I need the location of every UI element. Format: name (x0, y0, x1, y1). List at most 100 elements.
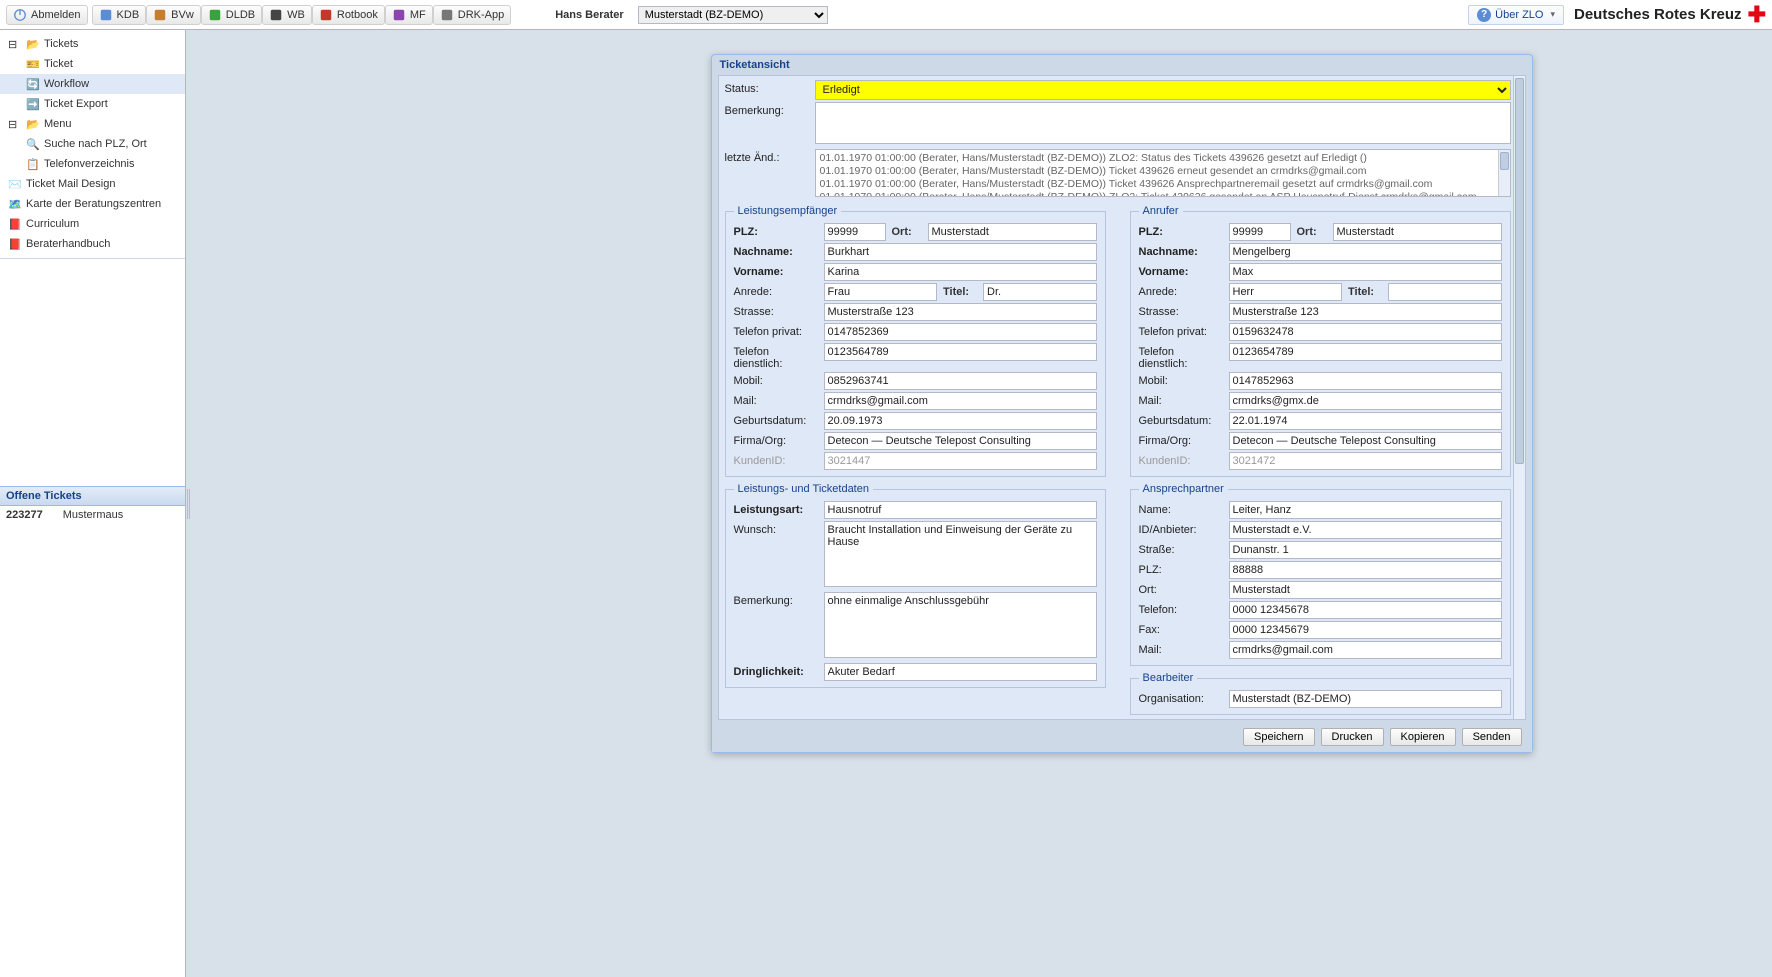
ltd-bemerkung-textarea[interactable]: ohne einmalige Anschlussgebühr (824, 592, 1097, 658)
le-ort-input[interactable] (928, 223, 1097, 241)
anrufer-group: Anrufer PLZ:Ort:Nachname:Vorname:Anrede:… (1130, 205, 1511, 477)
tree-curriculum[interactable]: 📕Curriculum (0, 214, 185, 234)
kopieren-button[interactable]: Kopieren (1390, 728, 1456, 746)
an-nachname-input[interactable] (1229, 243, 1502, 261)
le-kid-input[interactable] (824, 452, 1097, 470)
window-scrollbar[interactable] (1513, 76, 1525, 719)
tree-karte[interactable]: 🗺️Karte der Beratungszentren (0, 194, 185, 214)
asp-fax-input[interactable] (1229, 621, 1502, 639)
red-cross-icon: ✚ (1748, 4, 1766, 26)
an-titel-input[interactable] (1388, 283, 1502, 301)
app-icon (99, 8, 113, 22)
wunsch-textarea[interactable]: Braucht Installation und Einweisung der … (824, 521, 1097, 587)
ansprechpartner-group: Ansprechpartner Name:ID/Anbieter:Straße:… (1130, 483, 1511, 666)
tree-tickets[interactable]: ⊟📂Tickets (0, 34, 185, 54)
org-select[interactable]: Musterstadt (BZ-DEMO) (638, 6, 828, 24)
an-vorname-input[interactable] (1229, 263, 1502, 281)
app-icon (319, 8, 333, 22)
an-teld-input[interactable] (1229, 343, 1502, 361)
le-mail-input[interactable] (824, 392, 1097, 410)
open-tickets-header: Offene Tickets (0, 486, 185, 506)
open-ticket-row[interactable]: 223277 Mustermaus (0, 506, 185, 524)
tree-maildesign[interactable]: ✉️Ticket Mail Design (0, 174, 185, 194)
senden-button[interactable]: Senden (1462, 728, 1522, 746)
leistungs-ticketdaten-group: Leistungs- und Ticketdaten Leistungsart:… (725, 483, 1106, 688)
toolbar-button-bvw[interactable]: BVw (146, 5, 201, 25)
org-select-wrap: Musterstadt (BZ-DEMO) (638, 6, 828, 24)
le-nachname-input[interactable] (824, 243, 1097, 261)
an-geb-input[interactable] (1229, 412, 1502, 430)
an-mobil-input[interactable] (1229, 372, 1502, 390)
mail-icon: ✉️ (8, 177, 22, 191)
speichern-button[interactable]: Speichern (1243, 728, 1315, 746)
le-titel-input[interactable] (983, 283, 1097, 301)
tree-handbuch[interactable]: 📕Beraterhandbuch (0, 234, 185, 254)
le-anrede-input[interactable] (824, 283, 938, 301)
an-anrede-input[interactable] (1229, 283, 1343, 301)
bemerkung-textarea[interactable] (815, 102, 1511, 144)
le-teld-input[interactable] (824, 343, 1097, 361)
change-log: 01.01.1970 01:00:00 (Berater, Hans/Muste… (815, 149, 1511, 197)
le-vorname-input[interactable] (824, 263, 1097, 281)
app-icon (153, 8, 167, 22)
current-user: Hans Berater (555, 9, 623, 21)
bearbeiter-group: Bearbeiter Organisation: (1130, 672, 1511, 715)
folder-open-icon: 📂 (26, 117, 40, 131)
pdf-icon: 📕 (8, 237, 22, 251)
tree-suche[interactable]: 🔍Suche nach PLZ, Ort (0, 134, 185, 154)
toolbar-button-wb[interactable]: WB (262, 5, 312, 25)
asp-tel-input[interactable] (1229, 601, 1502, 619)
an-telp-input[interactable] (1229, 323, 1502, 341)
ticket-window: Ticketansicht Status: Erledigt Bemerkung… (711, 54, 1533, 753)
bemerkung-label: Bemerkung: (725, 102, 815, 117)
an-kid-input[interactable] (1229, 452, 1502, 470)
app-icon (392, 8, 406, 22)
asp-name-input[interactable] (1229, 501, 1502, 519)
letzte-label: letzte Änd.: (725, 149, 815, 164)
asp-mail-input[interactable] (1229, 641, 1502, 659)
log-scrollbar[interactable] (1498, 150, 1510, 196)
map-icon: 🗺️ (8, 197, 22, 211)
le-firma-input[interactable] (824, 432, 1097, 450)
le-mobil-input[interactable] (824, 372, 1097, 390)
help-icon: ? (1477, 8, 1491, 22)
le-plz-input[interactable] (824, 223, 886, 241)
status-label: Status: (725, 80, 815, 95)
asp-plz-input[interactable] (1229, 561, 1502, 579)
tree-menu[interactable]: ⊟📂Menu (0, 114, 185, 134)
status-select[interactable]: Erledigt (815, 80, 1511, 100)
tree-ticket-export[interactable]: ➡️Ticket Export (0, 94, 185, 114)
leistungsart-input[interactable] (824, 501, 1097, 519)
an-ort-input[interactable] (1333, 223, 1502, 241)
le-geb-input[interactable] (824, 412, 1097, 430)
an-plz-input[interactable] (1229, 223, 1291, 241)
toolbar-button-rotbook[interactable]: Rotbook (312, 5, 385, 25)
le-strasse-input[interactable] (824, 303, 1097, 321)
drucken-button[interactable]: Drucken (1321, 728, 1384, 746)
window-title: Ticketansicht (712, 55, 1532, 75)
bearbeiter-org-input[interactable] (1229, 690, 1502, 708)
tree-telefon[interactable]: 📋Telefonverzeichnis (0, 154, 185, 174)
tree-workflow[interactable]: 🔄Workflow (0, 74, 185, 94)
toolbar-button-drk-app[interactable]: DRK-App (433, 5, 511, 25)
asp-ort-input[interactable] (1229, 581, 1502, 599)
asp-str-input[interactable] (1229, 541, 1502, 559)
minus-icon: ⊟ (8, 37, 22, 51)
open-ticket-name: Mustermaus (63, 509, 124, 521)
an-strasse-input[interactable] (1229, 303, 1502, 321)
asp-ida-input[interactable] (1229, 521, 1502, 539)
dringlichkeit-input[interactable] (824, 663, 1097, 681)
toolbar-button-kdb[interactable]: KDB (92, 5, 147, 25)
logout-button[interactable]: Abmelden (6, 5, 88, 25)
tree-ticket[interactable]: 🎫Ticket (0, 54, 185, 74)
workflow-icon: 🔄 (26, 77, 40, 91)
main-area: Ticketansicht Status: Erledigt Bemerkung… (191, 30, 1772, 977)
nav-tree: ⊟📂Tickets 🎫Ticket 🔄Workflow ➡️Ticket Exp… (0, 30, 185, 258)
app-icon (269, 8, 283, 22)
toolbar-button-dldb[interactable]: DLDB (201, 5, 262, 25)
help-button[interactable]: ? Über ZLO (1468, 5, 1564, 25)
an-firma-input[interactable] (1229, 432, 1502, 450)
le-telp-input[interactable] (824, 323, 1097, 341)
an-mail-input[interactable] (1229, 392, 1502, 410)
toolbar-button-mf[interactable]: MF (385, 5, 433, 25)
